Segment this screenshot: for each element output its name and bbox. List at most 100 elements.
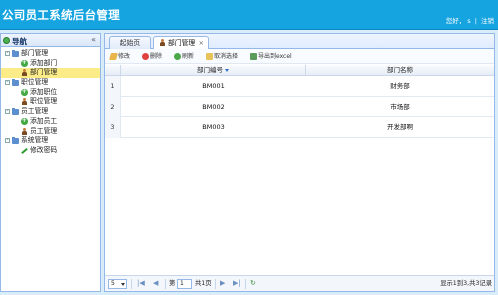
user-icon: [21, 127, 28, 136]
tree-item-label: 部门管理: [21, 49, 49, 57]
user-icon: [159, 39, 166, 47]
tree-item-position-group[interactable]: - 职位管理: [1, 78, 100, 88]
delete-icon: [142, 53, 149, 60]
tree-item-label: 添加部门: [30, 58, 58, 67]
grid-header: 部门编号 部门名称: [105, 65, 494, 76]
cancel-selection-label: 取消选择: [214, 53, 239, 60]
folder-icon: [12, 137, 19, 145]
tree-item-add-position[interactable]: + 添加职位: [1, 88, 100, 98]
nav-title: 导航: [12, 37, 27, 46]
username-text: s: [467, 17, 471, 25]
table-row[interactable]: 1 BM001 财务部: [105, 76, 494, 97]
tree-toggle-icon[interactable]: -: [5, 109, 10, 115]
next-page-icon[interactable]: ▶: [220, 279, 225, 288]
refresh-icon[interactable]: ↻: [250, 279, 256, 288]
dept-name-cell: 开发部啊: [387, 123, 413, 131]
main-panel: 起始页 部门管理 × 修改 删除 刷新 取消选择 导出到excel 部门编号 部…: [104, 33, 495, 292]
delete-label: 删除: [150, 53, 163, 60]
cancel-selection-button[interactable]: 取消选择: [206, 52, 238, 62]
row-number: 3: [105, 117, 121, 138]
nav-header: 导航 «: [1, 34, 100, 47]
refresh-icon: [174, 53, 181, 60]
header-separator: |: [474, 17, 477, 25]
tree-item-label: 员工管理: [30, 126, 58, 135]
app-title: 公司员工系统后台管理: [2, 8, 120, 22]
dept-name-cell: 市场部: [390, 102, 410, 111]
add-icon: +: [21, 117, 28, 125]
pagination-bar: 5 |◀ ◀ 第 1 共1页 ▶ ▶| ↻ 显示1到3,共3记录: [105, 275, 494, 291]
page-number-input[interactable]: 1: [177, 279, 192, 289]
tab-home[interactable]: 起始页: [109, 36, 151, 49]
tree-item-manage-employee[interactable]: 员工管理: [1, 127, 100, 137]
tree-item-label: 修改密码: [30, 145, 58, 154]
excel-icon: [250, 53, 257, 60]
edit-label: 修改: [118, 53, 131, 60]
dept-code-cell: BM003: [202, 123, 225, 131]
logout-link[interactable]: 注销: [481, 17, 494, 25]
pencil-icon: [21, 147, 28, 154]
column-header-dept-code[interactable]: 部门编号: [121, 65, 306, 76]
page-total: 共1页: [195, 280, 212, 287]
pager-divider: [165, 279, 166, 289]
pager-info: 显示1到3,共3记录: [440, 280, 492, 287]
prev-page-icon[interactable]: ◀: [153, 279, 158, 288]
tree-item-employee-group[interactable]: - 员工管理: [1, 107, 100, 117]
tree-item-label: 系统管理: [21, 136, 49, 145]
first-page-icon[interactable]: |◀: [137, 279, 145, 288]
pager-divider: [245, 279, 246, 289]
refresh-button[interactable]: 刷新: [174, 52, 194, 62]
toolbar: 修改 删除 刷新 取消选择 导出到excel: [105, 49, 494, 64]
tab-label: 起始页: [119, 39, 141, 47]
page-prefix: 第: [169, 280, 176, 287]
tree-item-label: 添加职位: [30, 87, 58, 96]
add-icon: +: [21, 59, 28, 67]
table-row[interactable]: 3 BM003 开发部啊: [105, 117, 494, 138]
tree-item-label: 添加员工: [30, 116, 58, 125]
folder-icon: [12, 108, 19, 116]
edit-icon: [109, 53, 118, 60]
column-header-label: 部门编号: [197, 66, 223, 74]
pager-divider: [131, 279, 132, 289]
nav-panel: 导航 « - 部门管理 + 添加部门 部门管理 - 职位管理 + 添加职位 职位…: [0, 33, 101, 292]
tab-label: 部门管理: [168, 39, 196, 47]
tree-item-add-dept[interactable]: + 添加部门: [1, 59, 100, 69]
greeting-text: 您好，: [445, 17, 466, 25]
collapse-icon[interactable]: «: [91, 35, 96, 44]
tab-department[interactable]: 部门管理 ×: [153, 36, 209, 50]
column-header-dept-name[interactable]: 部门名称: [306, 65, 494, 76]
tree-item-manage-dept[interactable]: 部门管理: [1, 68, 100, 79]
close-icon[interactable]: ×: [199, 37, 204, 49]
tree-item-label: 部门管理: [30, 68, 58, 77]
tree-item-dept-group[interactable]: - 部门管理: [1, 49, 100, 59]
table-row[interactable]: 2 BM002 市场部: [105, 96, 494, 117]
page-size-select[interactable]: 5: [108, 279, 127, 289]
sort-desc-icon: [225, 68, 229, 72]
refresh-label: 刷新: [182, 53, 195, 60]
tree-toggle-icon[interactable]: -: [5, 138, 10, 144]
chevron-down-icon: [121, 283, 125, 286]
user-icon: [21, 98, 28, 106]
data-grid: 部门编号 部门名称 1 BM001 财务部 2 BM002 市场部 3 BM00…: [105, 65, 494, 138]
export-excel-button[interactable]: 导出到excel: [250, 52, 292, 62]
column-header-label: 部门名称: [387, 66, 413, 74]
export-label: 导出到excel: [258, 53, 292, 60]
user-icon: [21, 69, 28, 77]
tree-item-system-group[interactable]: - 系统管理: [1, 136, 100, 146]
row-number: 2: [105, 96, 121, 117]
tree-item-change-password[interactable]: 修改密码: [1, 146, 100, 156]
tree-item-label: 职位管理: [21, 78, 49, 87]
dept-name-cell: 财务部: [390, 82, 410, 90]
nav-tree: - 部门管理 + 添加部门 部门管理 - 职位管理 + 添加职位 职位管理 -: [1, 47, 100, 156]
edit-button[interactable]: 修改: [109, 52, 131, 62]
tree-toggle-icon[interactable]: -: [5, 51, 10, 56]
dept-code-cell: BM002: [202, 102, 225, 111]
tree-item-label: 职位管理: [30, 97, 58, 106]
tree-item-add-employee[interactable]: + 添加员工: [1, 117, 100, 127]
tree-toggle-icon[interactable]: -: [5, 80, 10, 86]
nav-globe-icon: [3, 37, 10, 44]
last-page-icon[interactable]: ▶|: [233, 279, 241, 288]
cancel-selection-icon: [206, 53, 213, 60]
tree-item-manage-position[interactable]: 职位管理: [1, 97, 100, 107]
delete-button[interactable]: 删除: [142, 52, 162, 62]
folder-icon: [12, 79, 19, 87]
